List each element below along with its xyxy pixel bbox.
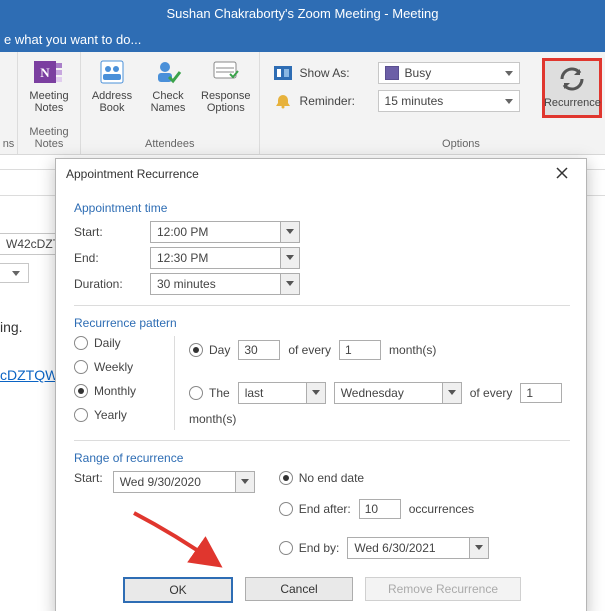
- check-names-label: Check Names: [151, 90, 186, 114]
- meeting-notes-button[interactable]: N Meeting Notes: [26, 56, 72, 114]
- recurrence-pattern-section: Recurrence pattern Daily Weekly Monthly …: [74, 316, 570, 430]
- svg-text:N: N: [40, 65, 50, 80]
- months-label-1: month(s): [389, 343, 436, 357]
- meeting-notes-label: Meeting Notes: [29, 90, 68, 114]
- response-options-label: Response Options: [201, 90, 251, 114]
- range-legend: Range of recurrence: [74, 451, 570, 465]
- of-every-label-2: of every: [470, 386, 513, 400]
- end-by-combo[interactable]: Wed 6/30/2021: [347, 537, 489, 559]
- radio-end-by[interactable]: End by:: [279, 541, 340, 555]
- bg-body-text: ing.: [0, 319, 23, 335]
- start-time-combo[interactable]: 12:00 PM: [150, 221, 300, 243]
- reminder-label: Reminder:: [300, 94, 370, 108]
- end-time-label: End:: [74, 251, 140, 265]
- day-num-input[interactable]: 30: [238, 340, 280, 360]
- show-as-label: Show As:: [300, 66, 370, 80]
- address-book-button[interactable]: Address Book: [89, 56, 135, 114]
- ok-button[interactable]: OK: [123, 577, 233, 603]
- radio-weekly[interactable]: Weekly: [74, 360, 166, 374]
- address-book-label: Address Book: [92, 90, 132, 114]
- recurrence-icon: [556, 63, 588, 95]
- window-title: Sushan Chakraborty's Zoom Meeting - Meet…: [0, 0, 605, 28]
- dialog-title: Appointment Recurrence: [66, 167, 199, 181]
- range-start-combo[interactable]: Wed 9/30/2020: [113, 471, 255, 493]
- bg-dropdown-fragment[interactable]: [0, 263, 29, 283]
- recurrence-button[interactable]: Recurrence: [542, 58, 602, 118]
- end-after-input[interactable]: 10: [359, 499, 401, 519]
- tell-me-bar[interactable]: e what you want to do...: [0, 28, 605, 52]
- end-time-combo[interactable]: 12:30 PM: [150, 247, 300, 269]
- response-options-button[interactable]: Response Options: [201, 56, 251, 114]
- onenote-icon: N: [33, 56, 65, 88]
- range-of-recurrence-section: Range of recurrence Start: Wed 9/30/2020…: [74, 451, 570, 563]
- response-options-icon: [210, 56, 242, 88]
- recurrence-pattern-legend: Recurrence pattern: [74, 316, 570, 330]
- ribbon: ns N Meeting Notes Meeting Notes Address…: [0, 52, 605, 155]
- reminder-value: 15 minutes: [385, 94, 444, 108]
- duration-combo[interactable]: 30 minutes: [150, 273, 300, 295]
- radio-yearly[interactable]: Yearly: [74, 408, 166, 422]
- show-as-select[interactable]: Busy: [378, 62, 520, 84]
- group-label-meeting-notes: Meeting Notes: [26, 124, 72, 154]
- appointment-recurrence-dialog: Appointment Recurrence Appointment time …: [55, 158, 587, 611]
- of-every-label-1: of every: [288, 343, 331, 357]
- duration-label: Duration:: [74, 277, 140, 291]
- recurrence-label: Recurrence: [544, 97, 601, 109]
- group-label-left: ns: [2, 136, 15, 154]
- radio-end-after[interactable]: End after:: [279, 502, 351, 516]
- appointment-time-legend: Appointment time: [74, 201, 570, 215]
- reminder-select[interactable]: 15 minutes: [378, 90, 520, 112]
- check-names-icon: [152, 56, 184, 88]
- months-label-2: month(s): [189, 412, 236, 426]
- radio-the-nth[interactable]: The: [189, 386, 230, 400]
- cancel-button[interactable]: Cancel: [245, 577, 353, 601]
- weekday-combo[interactable]: Wednesday: [334, 382, 462, 404]
- every-num-input-2[interactable]: 1: [520, 383, 562, 403]
- remove-recurrence-button[interactable]: Remove Recurrence: [365, 577, 521, 601]
- dialog-close-button[interactable]: [548, 163, 576, 185]
- check-names-button[interactable]: Check Names: [145, 56, 191, 114]
- radio-day-of-month[interactable]: Day: [189, 343, 230, 357]
- occurrences-label: occurrences: [409, 502, 474, 516]
- address-book-icon: [96, 56, 128, 88]
- radio-no-end-date[interactable]: No end date: [279, 471, 570, 485]
- appointment-time-section: Appointment time Start: 12:00 PM End: 12…: [74, 201, 570, 295]
- group-label-attendees: Attendees: [89, 136, 251, 154]
- start-time-label: Start:: [74, 225, 140, 239]
- busy-swatch-icon: [385, 66, 399, 80]
- every-num-input-1[interactable]: 1: [339, 340, 381, 360]
- range-start-label: Start:: [74, 471, 103, 485]
- dialog-button-row: OK Cancel Remove Recurrence: [74, 577, 570, 603]
- show-as-icon: [274, 66, 292, 80]
- ordinal-combo[interactable]: last: [238, 382, 326, 404]
- radio-daily[interactable]: Daily: [74, 336, 166, 350]
- reminder-icon: [274, 93, 292, 109]
- body-area: W42cDZTQW ing. cDZTQWh Appointment Recur…: [0, 155, 605, 611]
- group-label-options: Options: [268, 136, 605, 154]
- radio-monthly[interactable]: Monthly: [74, 384, 166, 398]
- show-as-value: Busy: [405, 66, 432, 80]
- close-icon: [556, 166, 568, 182]
